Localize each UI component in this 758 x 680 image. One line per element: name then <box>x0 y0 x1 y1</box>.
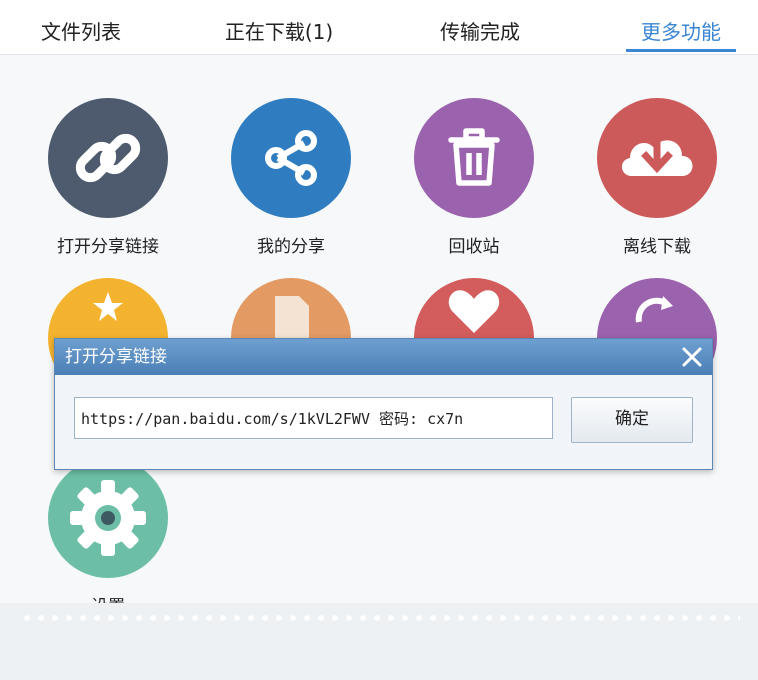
tab-downloading[interactable]: 正在下载(1) <box>206 0 352 54</box>
close-icon[interactable] <box>678 343 706 371</box>
dotted-divider <box>20 614 740 622</box>
recycle-bin-item[interactable]: 回收站 <box>399 98 549 257</box>
offline-download-item[interactable]: 离线下载 <box>582 98 732 257</box>
share-link-input[interactable] <box>74 397 553 439</box>
link-icon <box>48 98 168 218</box>
my-share-item[interactable]: 我的分享 <box>216 98 366 257</box>
trash-icon <box>414 98 534 218</box>
dialog-title: 打开分享链接 <box>65 347 167 367</box>
cloud-download-icon <box>597 98 717 218</box>
open-share-link-dialog: 打开分享链接 确定 <box>54 338 713 470</box>
dialog-body: 确定 <box>55 375 712 469</box>
tab-bar: 文件列表 正在下载(1) 传输完成 更多功能 <box>0 0 758 55</box>
share-icon <box>231 98 351 218</box>
tab-file-list[interactable]: 文件列表 <box>18 0 144 54</box>
open-share-link-item[interactable]: 打开分享链接 <box>33 98 183 257</box>
settings-item[interactable]: 设置 <box>33 458 183 617</box>
active-tab-indicator <box>626 49 736 52</box>
open-share-link-label: 打开分享链接 <box>57 237 159 257</box>
tab-transfer-complete[interactable]: 传输完成 <box>420 0 540 54</box>
recycle-bin-label: 回收站 <box>448 237 500 257</box>
confirm-button[interactable]: 确定 <box>571 397 693 443</box>
offline-download-label: 离线下载 <box>623 237 691 257</box>
gear-icon <box>48 458 168 578</box>
tab-more-features[interactable]: 更多功能 <box>620 0 742 54</box>
my-share-label: 我的分享 <box>257 237 325 257</box>
dialog-title-bar[interactable]: 打开分享链接 <box>55 339 712 375</box>
